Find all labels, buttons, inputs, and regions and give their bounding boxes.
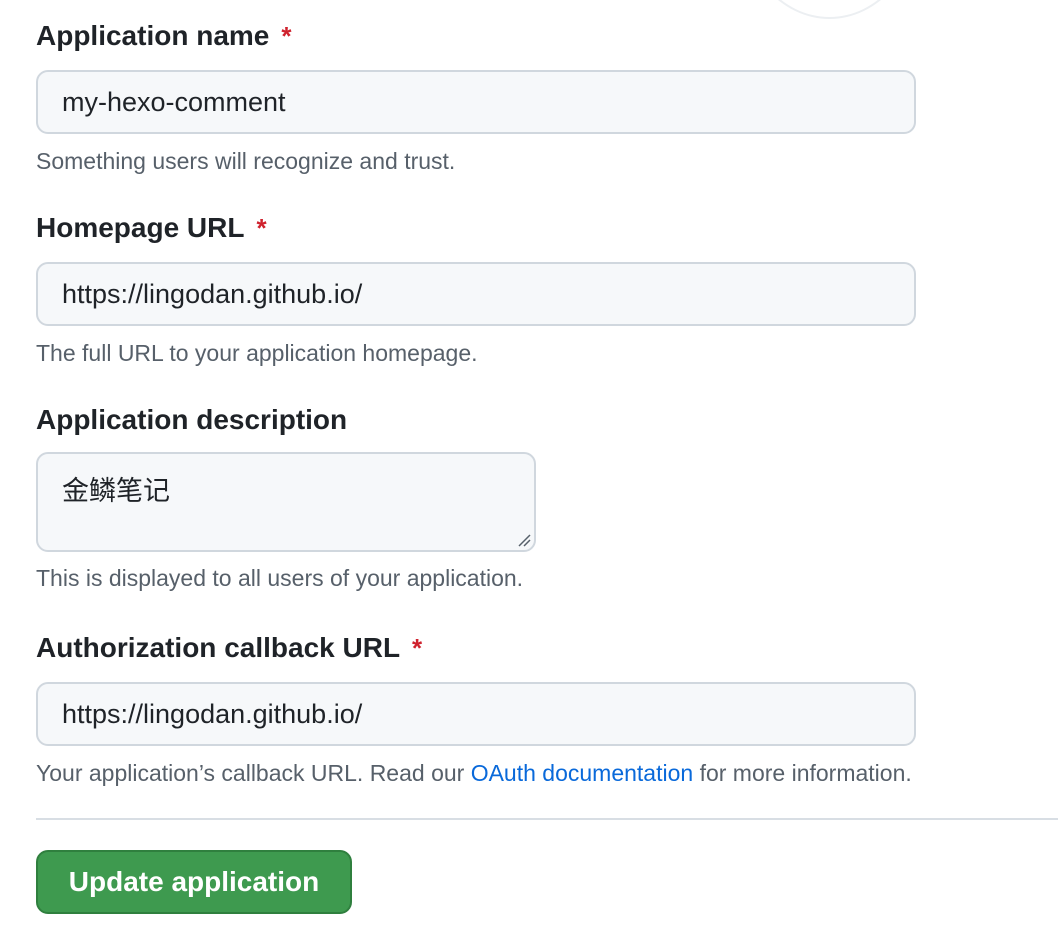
homepage-url-label: Homepage URL: [36, 212, 245, 243]
required-asterisk: *: [256, 213, 267, 243]
homepage-url-group: Homepage URL * https://lingodan.github.i…: [36, 211, 916, 368]
callback-note-suffix: for more information.: [693, 760, 912, 786]
required-asterisk: *: [412, 633, 423, 663]
required-asterisk: *: [281, 21, 292, 51]
app-name-label-row: Application name *: [36, 19, 916, 53]
homepage-url-input[interactable]: https://lingodan.github.io/: [36, 262, 916, 326]
resize-handle-icon[interactable]: [517, 533, 531, 547]
homepage-url-label-row: Homepage URL *: [36, 211, 916, 245]
callback-url-input[interactable]: https://lingodan.github.io/: [36, 682, 916, 746]
description-note: This is displayed to all users of your a…: [36, 565, 524, 591]
oauth-app-settings-form: Application name * my-hexo-comment Somet…: [0, 0, 1058, 930]
app-logo-edge: [740, 0, 919, 19]
description-textarea[interactable]: 金鳞笔记: [36, 452, 536, 552]
callback-url-label-row: Authorization callback URL *: [36, 631, 916, 665]
description-group: Application description 金鳞笔记 This is dis…: [36, 403, 536, 593]
app-name-group: Application name * my-hexo-comment Somet…: [36, 19, 916, 176]
homepage-url-note: The full URL to your application homepag…: [36, 340, 478, 366]
description-value: 金鳞笔记: [62, 476, 170, 506]
update-application-button[interactable]: Update application: [36, 850, 352, 914]
app-name-input[interactable]: my-hexo-comment: [36, 70, 916, 134]
callback-url-note: Your application’s callback URL. Read ou…: [36, 758, 916, 788]
app-name-label: Application name: [36, 20, 270, 51]
callback-note-prefix: Your application’s callback URL. Read ou…: [36, 760, 471, 786]
form-divider: [36, 818, 1058, 820]
description-label: Application description: [36, 404, 348, 435]
app-name-note: Something users will recognize and trust…: [36, 148, 456, 174]
callback-url-label: Authorization callback URL: [36, 632, 401, 663]
callback-url-group: Authorization callback URL * https://lin…: [36, 631, 916, 788]
oauth-documentation-link[interactable]: OAuth documentation: [471, 760, 693, 786]
description-label-row: Application description: [36, 403, 536, 437]
